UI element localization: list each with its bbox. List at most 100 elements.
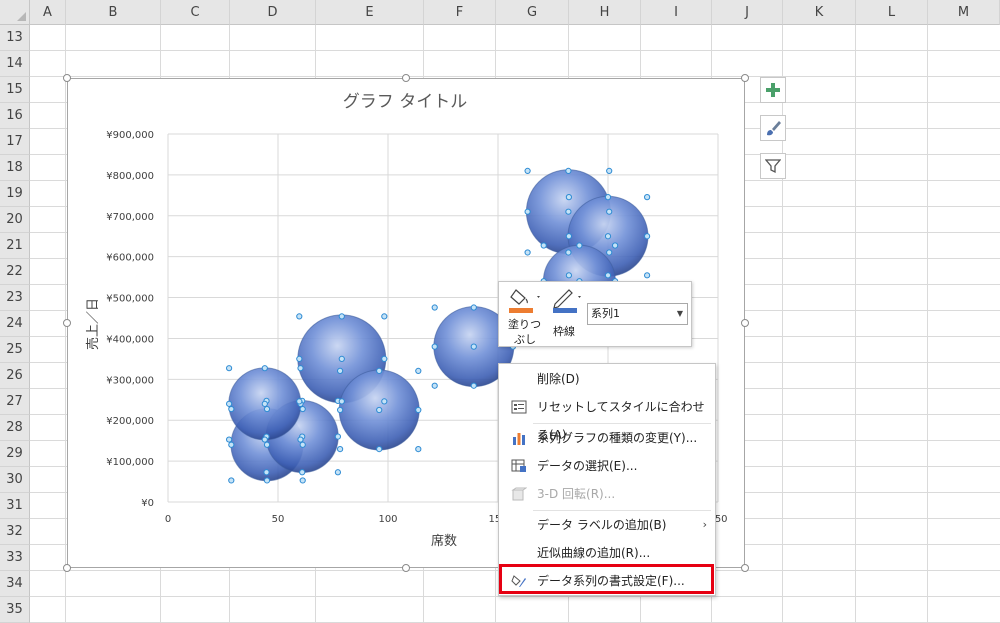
column-header-l[interactable]: L <box>856 0 928 25</box>
row-header-32[interactable]: 32 <box>0 519 30 545</box>
y-tick-label: ¥200,000 <box>106 416 154 427</box>
column-header-m[interactable]: M <box>928 0 1000 25</box>
point-selection-handle <box>376 367 383 374</box>
point-selection-handle <box>431 343 438 350</box>
row-header-14[interactable]: 14 <box>0 51 30 77</box>
resize-handle-left[interactable] <box>63 319 71 327</box>
menu-item-select-data[interactable]: データの選択(E)... <box>499 452 715 480</box>
menu-item-3d-rotation[interactable]: 3-D 回転(R)... <box>499 480 715 508</box>
point-selection-handle <box>604 233 612 240</box>
column-header-i[interactable]: I <box>641 0 712 25</box>
point-selection-handle <box>524 249 531 256</box>
menu-item-delete[interactable]: 削除(D) <box>499 365 715 393</box>
column-header-k[interactable]: K <box>783 0 856 25</box>
menu-item-add-data-labels[interactable]: データ ラベルの追加(B) › <box>499 511 715 539</box>
point-selection-handle <box>540 242 547 249</box>
resize-handle-top-right[interactable] <box>741 74 749 82</box>
y-tick-label: ¥400,000 <box>106 334 154 345</box>
y-axis-title[interactable]: 売上／日 <box>85 298 101 350</box>
column-header-f[interactable]: F <box>424 0 496 25</box>
point-selection-handle <box>606 249 613 256</box>
resize-handle-bottom[interactable] <box>402 564 410 572</box>
point-selection-handle <box>334 469 341 476</box>
row-header-23[interactable]: 23 <box>0 285 30 311</box>
point-selection-handle <box>263 469 270 476</box>
row-header-22[interactable]: 22 <box>0 259 30 285</box>
point-selection-handle <box>431 382 438 389</box>
context-menu: 削除(D) リセットしてスタイルに合わせる(A) 系列グラフの種類の変更(Y).… <box>498 363 716 596</box>
outline-color-swatch <box>553 308 577 313</box>
point-selection-handle <box>606 167 613 174</box>
x-axis-title[interactable]: 席数 <box>431 533 457 549</box>
row-header-24[interactable]: 24 <box>0 311 30 337</box>
point-selection-handle <box>524 167 531 174</box>
menu-item-add-trendline[interactable]: 近似曲線の追加(R)... <box>499 539 715 567</box>
column-header-d[interactable]: D <box>230 0 316 25</box>
row-header-25[interactable]: 25 <box>0 337 30 363</box>
point-selection-handle <box>644 194 651 201</box>
point-selection-handle <box>565 233 572 240</box>
fill-button[interactable]: 塗りつ ぶし <box>505 286 545 346</box>
point-selection-handle <box>576 242 583 249</box>
chart-elements-button[interactable] <box>760 77 786 103</box>
row-header-21[interactable]: 21 <box>0 233 30 259</box>
spreadsheet: ABCDEFGHIJKLM 13 14 15 16 17 18 19 20 21 22 23 24 25… <box>0 0 1000 623</box>
column-header-j[interactable]: J <box>712 0 783 25</box>
point-selection-handle <box>381 355 388 362</box>
point-selection-handle <box>226 436 233 443</box>
point-selection-handle <box>415 367 422 374</box>
row-header-20[interactable]: 20 <box>0 207 30 233</box>
column-header-h[interactable]: H <box>569 0 641 25</box>
row-header-31[interactable]: 31 <box>0 493 30 519</box>
point-selection-handle <box>261 436 268 443</box>
column-header-b[interactable]: B <box>66 0 161 25</box>
resize-handle-top-left[interactable] <box>63 74 71 82</box>
select-all-corner[interactable] <box>0 0 30 25</box>
y-tick-label: ¥600,000 <box>106 253 154 264</box>
y-tick-label: ¥300,000 <box>106 375 154 386</box>
point-selection-handle <box>338 313 345 320</box>
menu-item-reset-style[interactable]: リセットしてスタイルに合わせる(A) <box>499 393 715 442</box>
row-header-35[interactable]: 35 <box>0 597 30 623</box>
outline-button[interactable]: 枠線 <box>549 286 585 344</box>
y-tick-label: ¥700,000 <box>106 212 154 223</box>
column-header-c[interactable]: C <box>161 0 230 25</box>
row-header-15[interactable]: 15 <box>0 77 30 103</box>
y-tick-label: ¥0 <box>141 498 154 509</box>
resize-handle-top[interactable] <box>402 74 410 82</box>
point-selection-handle <box>261 400 268 407</box>
column-header-e[interactable]: E <box>316 0 424 25</box>
row-header-16[interactable]: 16 <box>0 103 30 129</box>
row-header-29[interactable]: 29 <box>0 441 30 467</box>
row-header-33[interactable]: 33 <box>0 545 30 571</box>
row-header-18[interactable]: 18 <box>0 155 30 181</box>
point-selection-handle <box>226 400 233 407</box>
chart-title[interactable]: グラフ タイトル <box>343 92 467 112</box>
row-header-30[interactable]: 30 <box>0 467 30 493</box>
point-selection-handle <box>376 446 383 453</box>
chart-filters-button[interactable] <box>760 153 786 179</box>
highlight-box <box>499 564 714 594</box>
point-selection-handle <box>415 406 422 414</box>
filter-icon <box>765 159 781 174</box>
resize-handle-bottom-right[interactable] <box>741 564 749 572</box>
point-selection-handle <box>337 446 344 453</box>
row-header-28[interactable]: 28 <box>0 415 30 441</box>
menu-item-change-chart-type[interactable]: 系列グラフの種類の変更(Y)... <box>499 424 715 452</box>
row-header-27[interactable]: 27 <box>0 389 30 415</box>
y-tick-label: ¥900,000 <box>106 130 154 141</box>
resize-handle-right[interactable] <box>741 319 749 327</box>
row-header-26[interactable]: 26 <box>0 363 30 389</box>
point-selection-handle <box>470 343 477 350</box>
row-header-13[interactable]: 13 <box>0 25 30 51</box>
row-header-17[interactable]: 17 <box>0 129 30 155</box>
resize-handle-bottom-left[interactable] <box>63 564 71 572</box>
column-header-g[interactable]: G <box>496 0 569 25</box>
point-selection-handle <box>565 208 572 215</box>
row-header-19[interactable]: 19 <box>0 181 30 207</box>
column-header-a[interactable]: A <box>30 0 66 25</box>
series-select-dropdown[interactable]: 系列1 ▼ <box>587 303 688 325</box>
chart-styles-button[interactable] <box>760 115 786 141</box>
row-header-34[interactable]: 34 <box>0 571 30 597</box>
point-selection-handle <box>606 208 613 215</box>
